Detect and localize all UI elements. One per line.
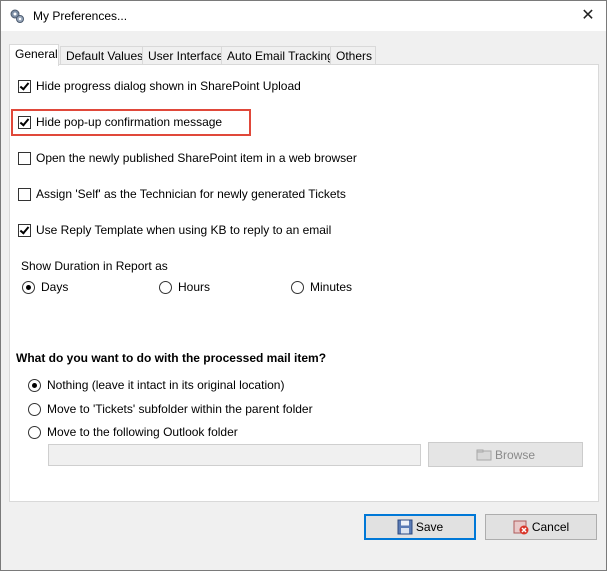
save-button[interactable]: Save	[364, 514, 476, 540]
radio-button[interactable]	[22, 280, 35, 294]
option-assign-self-technician[interactable]: Assign 'Self' as the Technician for newl…	[18, 187, 346, 201]
option-hide-progress-dialog[interactable]: Hide progress dialog shown in SharePoint…	[18, 79, 301, 93]
save-label: Save	[415, 520, 444, 534]
radio-label: Nothing (leave it intact in its original…	[47, 378, 285, 392]
gears-icon	[9, 8, 25, 24]
duration-label: Show Duration in Report as	[21, 259, 168, 273]
tab-user-interface[interactable]: User Interface	[142, 46, 223, 65]
radio-label: Move to 'Tickets' subfolder within the p…	[47, 402, 313, 416]
checkbox[interactable]	[18, 79, 31, 93]
option-label: Hide pop-up confirmation message	[36, 115, 223, 129]
browse-label: Browse	[494, 447, 535, 462]
cancel-icon	[513, 519, 529, 535]
option-open-published-item[interactable]: Open the newly published SharePoint item…	[18, 151, 357, 165]
radio-label: Minutes	[310, 280, 353, 294]
option-label: Hide progress dialog shown in SharePoint…	[36, 79, 301, 93]
option-label: Open the newly published SharePoint item…	[36, 151, 357, 165]
radio-button[interactable]	[28, 402, 41, 416]
option-label: Use Reply Template when using KB to repl…	[36, 223, 332, 237]
radio-label: Move to the following Outlook folder	[47, 425, 238, 439]
preferences-dialog: My Preferences... ✕ General Default Valu…	[0, 0, 607, 571]
save-icon	[397, 519, 413, 535]
tab-general[interactable]: General	[9, 44, 59, 66]
tab-auto-email-tracking[interactable]: Auto Email Tracking	[221, 46, 334, 65]
cancel-button[interactable]: Cancel	[485, 514, 597, 540]
radio-label: Days	[41, 280, 69, 294]
close-button[interactable]: ✕	[576, 5, 600, 27]
radio-button[interactable]	[159, 280, 172, 294]
folder-icon	[476, 447, 492, 463]
checkbox[interactable]	[18, 223, 31, 237]
browse-button[interactable]: Browse	[428, 442, 583, 467]
tab-others[interactable]: Others	[330, 46, 376, 65]
radio-mail-outlook-folder[interactable]: Move to the following Outlook folder	[28, 425, 238, 439]
radio-duration-hours[interactable]: Hours	[159, 280, 210, 294]
radio-mail-nothing[interactable]: Nothing (leave it intact in its original…	[28, 378, 284, 392]
radio-button[interactable]	[291, 280, 304, 294]
radio-mail-tickets-subfolder[interactable]: Move to 'Tickets' subfolder within the p…	[28, 402, 313, 416]
mail-action-heading: What do you want to do with the processe…	[16, 351, 327, 365]
option-label: Assign 'Self' as the Technician for newl…	[36, 187, 346, 201]
cancel-label: Cancel	[531, 520, 570, 534]
window-title: My Preferences...	[33, 9, 128, 23]
checkbox[interactable]	[18, 151, 31, 165]
radio-label: Hours	[178, 280, 211, 294]
radio-duration-minutes[interactable]: Minutes	[291, 280, 352, 294]
outlook-folder-field[interactable]	[48, 444, 421, 466]
tab-default-values[interactable]: Default Values	[60, 46, 145, 65]
title-bar: My Preferences... ✕	[1, 1, 606, 31]
option-hide-popup-confirmation[interactable]: Hide pop-up confirmation message	[18, 115, 222, 129]
option-use-reply-template[interactable]: Use Reply Template when using KB to repl…	[18, 223, 331, 237]
radio-button[interactable]	[28, 378, 41, 392]
radio-duration-days[interactable]: Days	[22, 280, 68, 294]
radio-button[interactable]	[28, 425, 41, 439]
checkbox[interactable]	[18, 187, 31, 201]
checkbox[interactable]	[18, 115, 31, 129]
